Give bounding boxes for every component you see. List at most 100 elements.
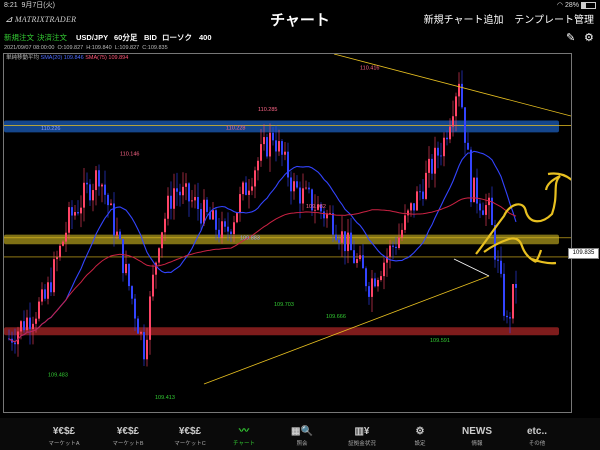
candle-body <box>95 170 97 191</box>
candle-body <box>182 186 184 196</box>
candle-body <box>416 191 418 211</box>
candle-body <box>68 207 70 233</box>
candle-body <box>500 260 502 274</box>
candle-body <box>83 182 85 208</box>
candle-body <box>140 332 142 334</box>
candle-body <box>80 207 82 214</box>
price-annotation: 109.883 <box>240 236 260 242</box>
sma75-line <box>8 197 517 343</box>
candle-body <box>467 142 469 150</box>
candle-body <box>179 191 181 196</box>
indicator-legend: 単純移動平均 SMA(20) 109.846 SMA(75) 109.894 <box>6 55 129 61</box>
candle-body <box>296 181 298 188</box>
candle-body <box>323 211 325 219</box>
candle-body <box>122 239 124 274</box>
candle-body <box>173 188 175 209</box>
tab-icon: ⚙ <box>415 426 425 437</box>
candle-body <box>239 194 241 213</box>
pair-select[interactable]: USD/JPY <box>76 31 108 45</box>
candle-body <box>506 315 508 318</box>
tab-3[interactable]: 〰チャート <box>212 418 276 450</box>
candle-body <box>215 210 217 230</box>
status-bar: 8:21 9月7日(火) ◠ 28% <box>0 0 600 11</box>
interval-select[interactable]: 60分足 <box>114 31 137 45</box>
candle-body <box>29 317 31 330</box>
sma20-line <box>8 150 517 343</box>
logo-mark-icon: ⊿ <box>5 14 13 24</box>
candle-body <box>44 289 46 299</box>
candle-body <box>509 317 511 319</box>
pencil-icon[interactable]: ✎ <box>566 32 575 44</box>
candle-body <box>125 263 127 274</box>
candle-body <box>503 273 505 316</box>
candle-body <box>191 200 193 202</box>
candle-body <box>353 250 355 263</box>
candle-body <box>134 298 136 319</box>
candle-body <box>158 248 160 263</box>
zone-middle <box>4 234 559 245</box>
candle-body <box>224 221 226 227</box>
wifi-icon: ◠ <box>556 2 564 9</box>
candle-body <box>74 212 76 216</box>
freehand-arrowhead-up <box>544 172 575 191</box>
status-time-date: 8:21 9月7日(火) <box>4 2 55 9</box>
candle-body <box>395 246 397 249</box>
candle-body <box>167 195 169 219</box>
candle-body <box>515 283 517 288</box>
candle-body <box>404 215 406 230</box>
candlestick-chart[interactable]: 110.416 110.285 110.228 110.226 110.146 109.9… <box>4 53 575 412</box>
candle-body <box>98 170 100 187</box>
candle-body <box>479 203 481 211</box>
candle-body <box>443 137 445 157</box>
price-annotation: 109.982 <box>306 204 326 210</box>
tab-5[interactable]: ▥¥ 証拠金状況 <box>330 418 394 450</box>
new-order-button[interactable]: 新規注文 <box>4 31 34 45</box>
candle-body <box>275 140 277 152</box>
freehand-arrowhead-down <box>531 249 557 265</box>
candle-body <box>254 170 256 187</box>
template-button[interactable]: テンプレート管理 <box>514 15 594 26</box>
candle-body <box>422 191 424 199</box>
tab-6[interactable]: ⚙ 設定 <box>388 418 452 450</box>
settle-order-button[interactable]: 決済注文 <box>37 31 67 45</box>
candle-body <box>299 187 301 204</box>
tab-0[interactable]: ¥€$£ マーケットA <box>32 418 96 450</box>
candle-body <box>107 194 109 206</box>
candle-body <box>257 160 259 171</box>
candle-body <box>26 317 28 331</box>
candle-body <box>89 184 91 201</box>
candle-body <box>47 282 49 299</box>
candle-count-select[interactable]: 400 <box>199 31 212 45</box>
candle-body <box>437 147 439 156</box>
candle-body <box>365 268 367 287</box>
candle-body <box>101 184 103 187</box>
candle-body <box>374 278 376 287</box>
candle-body <box>56 257 58 260</box>
gear-icon[interactable]: ⚙ <box>584 32 594 44</box>
candle-body <box>245 182 247 195</box>
candle-body <box>377 280 379 287</box>
candle-body <box>308 187 310 190</box>
candle-body <box>476 177 478 204</box>
chart-type-select[interactable]: ローソク <box>162 31 192 45</box>
candle-body <box>152 274 154 297</box>
tab-1[interactable]: ¥€$£ マーケットB <box>96 418 160 450</box>
candle-body <box>464 107 466 143</box>
candle-body <box>50 282 52 293</box>
side-select[interactable]: BID <box>144 31 157 45</box>
candle-body <box>164 218 166 233</box>
candle-body <box>218 229 220 238</box>
price-annotation: 109.483 <box>48 372 68 378</box>
candle-body <box>497 259 499 261</box>
tab-7[interactable]: NEWS 情報 <box>445 418 509 450</box>
candle-body <box>281 141 283 155</box>
candle-body <box>116 231 118 236</box>
tab-8[interactable]: etc.. その他 <box>505 418 569 450</box>
candle-body <box>242 182 244 195</box>
chart-area[interactable]: 110.416 110.285 110.228 110.226 110.146 109.9… <box>3 53 575 413</box>
trendline-short <box>453 258 490 277</box>
add-chart-button[interactable]: 新規チャート追加 <box>424 15 504 26</box>
tab-label: マーケットA <box>48 441 80 447</box>
tab-4[interactable]: ▦🔍 照会 <box>270 418 334 450</box>
candle-body <box>161 232 163 249</box>
